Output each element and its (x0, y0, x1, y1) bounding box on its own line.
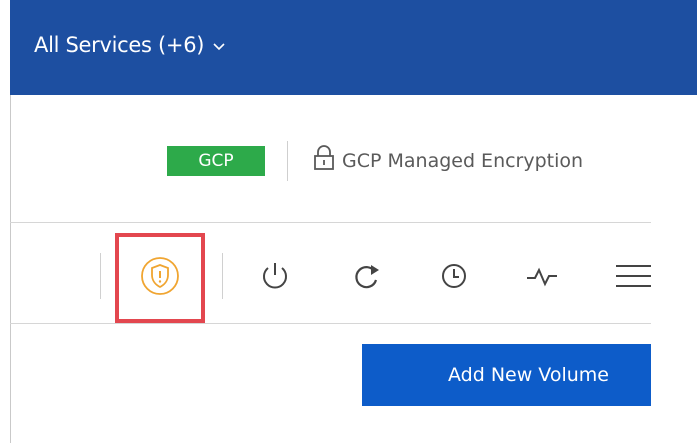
toolbar-divider (222, 253, 223, 299)
all-services-dropdown[interactable]: All Services (+6) (34, 33, 226, 57)
chevron-down-icon (212, 33, 226, 57)
schedule-button[interactable] (434, 258, 474, 298)
clock-icon (438, 260, 470, 296)
refresh-icon (351, 260, 383, 296)
power-icon (258, 259, 292, 297)
refresh-button[interactable] (347, 258, 387, 298)
menu-button[interactable] (610, 258, 651, 298)
monitoring-button[interactable] (522, 258, 562, 298)
divider (10, 222, 651, 223)
lock-icon (313, 145, 342, 176)
activity-icon (524, 260, 560, 296)
toolbar-divider (100, 253, 101, 299)
divider (10, 323, 651, 324)
encryption-label: GCP Managed Encryption (342, 149, 584, 172)
encryption-info: GCP Managed Encryption (313, 145, 583, 176)
all-services-label: All Services (+6) (34, 33, 205, 57)
left-divider (10, 95, 11, 443)
top-bar: All Services (+6) (10, 0, 697, 95)
provider-badge: GCP (167, 146, 265, 176)
power-button[interactable] (255, 258, 295, 298)
menu-icon (610, 260, 651, 296)
divider (287, 141, 288, 181)
add-new-volume-button[interactable]: Add New Volume (362, 344, 651, 406)
highlight-box (115, 233, 205, 323)
